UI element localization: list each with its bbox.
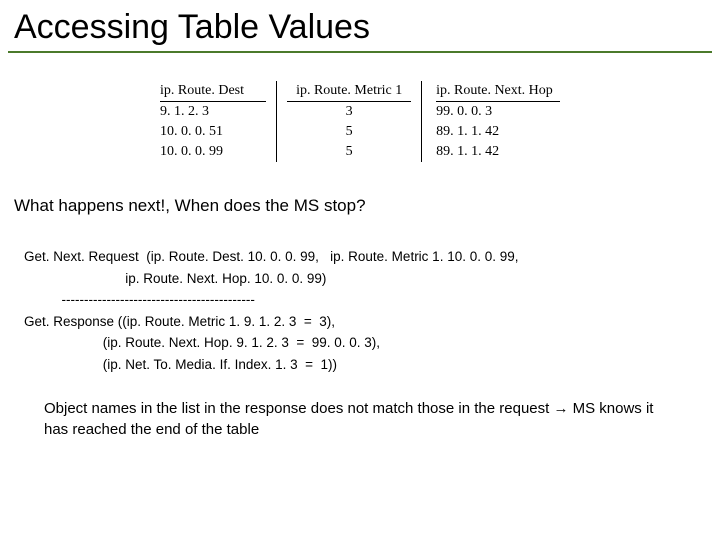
- table-cell: 99. 0. 0. 3: [436, 102, 560, 122]
- table-cell: 89. 1. 1. 42: [436, 122, 560, 142]
- title-bar: Accessing Table Values: [8, 0, 712, 53]
- table-cell: 89. 1. 1. 42: [436, 142, 560, 162]
- hdr-metric: ip. Route. Metric 1: [287, 81, 411, 102]
- hdr-nexthop: ip. Route. Next. Hop: [436, 81, 560, 102]
- col-metric: ip. Route. Metric 1 3 5 5: [277, 81, 422, 162]
- table-cell: 5: [287, 122, 411, 142]
- col-dest: ip. Route. Dest 9. 1. 2. 3 10. 0. 0. 51 …: [150, 81, 277, 162]
- col-nexthop: ip. Route. Next. Hop 99. 0. 0. 3 89. 1. …: [422, 81, 570, 162]
- hdr-dest: ip. Route. Dest: [160, 81, 266, 102]
- footer-note: Object names in the list in the response…: [44, 398, 680, 440]
- table-cell: 5: [287, 142, 411, 162]
- table-cell: 10. 0. 0. 99: [160, 142, 266, 162]
- question-line: What happens next!, When does the MS sto…: [14, 196, 706, 216]
- page-title: Accessing Table Values: [14, 8, 706, 47]
- table-cell: 9. 1. 2. 3: [160, 102, 266, 122]
- table-cell: 3: [287, 102, 411, 122]
- route-table: ip. Route. Dest 9. 1. 2. 3 10. 0. 0. 51 …: [150, 81, 570, 162]
- table-cell: 10. 0. 0. 51: [160, 122, 266, 142]
- code-block: Get. Next. Request (ip. Route. Dest. 10.…: [24, 246, 696, 376]
